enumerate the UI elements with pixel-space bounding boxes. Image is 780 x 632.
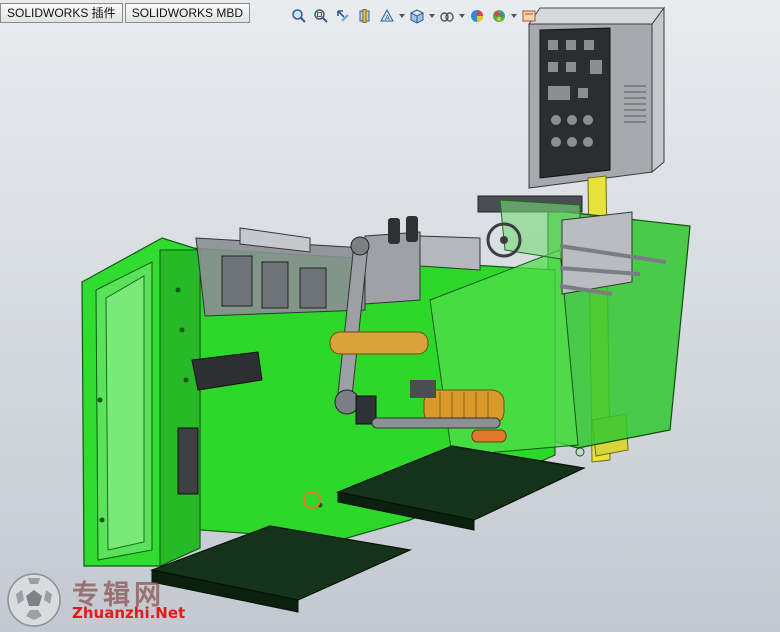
watermark: 专辑网 Zhuanzhi.Net — [4, 570, 188, 630]
svg-text:A: A — [385, 14, 390, 22]
command-manager-tabs: SOLIDWORKS 插件 SOLIDWORKS MBD — [0, 3, 252, 23]
display-style-icon[interactable] — [436, 6, 458, 26]
tab-solidworks-addins[interactable]: SOLIDWORKS 插件 — [0, 3, 123, 23]
apply-scene-caret-icon[interactable] — [510, 6, 518, 26]
control-box[interactable] — [528, 6, 665, 189]
display-style-caret-icon[interactable] — [428, 6, 436, 26]
previous-view-icon[interactable] — [332, 6, 354, 26]
soccer-ball-logo-icon — [7, 573, 61, 627]
view-orientation-icon[interactable] — [406, 6, 428, 26]
watermark-en-text: Zhuanzhi.Net — [72, 604, 186, 622]
dynamic-annotation-view-icon[interactable]: A — [376, 6, 398, 26]
zoom-to-area-icon[interactable] — [310, 6, 332, 26]
view-orientation-caret-icon[interactable] — [398, 6, 406, 26]
heads-up-view-toolbar: A — [288, 5, 540, 27]
zoom-to-fit-icon[interactable] — [288, 6, 310, 26]
view-settings-icon[interactable] — [518, 6, 540, 26]
watermark-text: 专辑网 Zhuanzhi.Net — [68, 571, 188, 629]
graphics-area[interactable]: SOLIDWORKS 插件 SOLIDWORKS MBD A 专辑网 Zhuan… — [0, 0, 780, 632]
edit-appearance-icon[interactable] — [466, 6, 488, 26]
tab-solidworks-mbd[interactable]: SOLIDWORKS MBD — [124, 3, 251, 23]
apply-scene-icon[interactable] — [488, 6, 510, 26]
cad-model-view[interactable] — [0, 0, 780, 632]
section-view-icon[interactable] — [354, 6, 376, 26]
hide-show-caret-icon[interactable] — [458, 6, 466, 26]
